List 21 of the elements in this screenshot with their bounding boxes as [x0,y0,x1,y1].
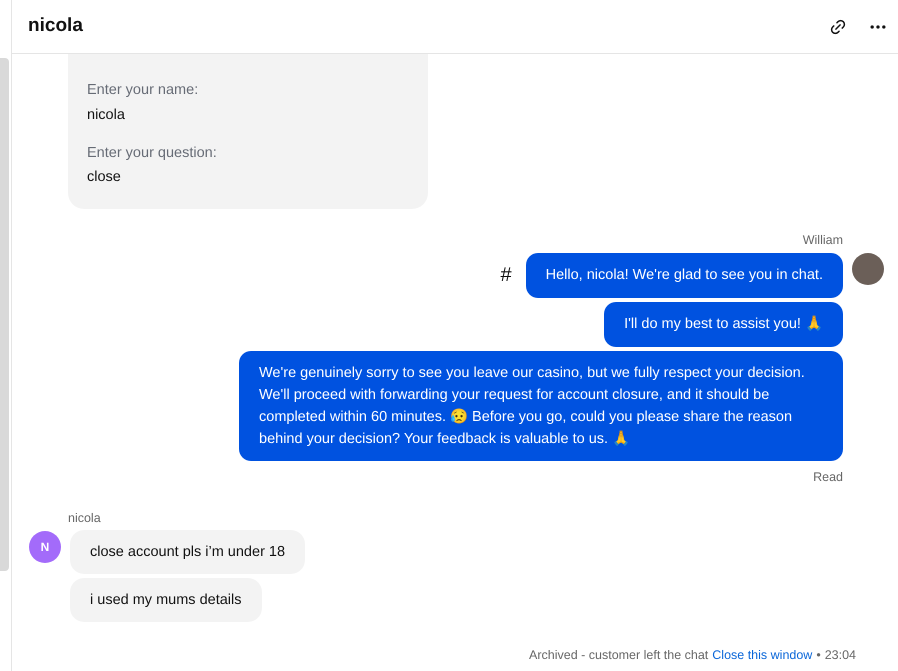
agent-message-bubble: We're genuinely sorry to see you leave our casino, but we fully respect your decision. We'll proceed with forwarding your request for account closure, and it should be completed within 60 minutes. 😥 Before you go, could you please share the reason behind your decision? Your feedback is valuable to us. 🙏 [239,350,843,461]
customer-message-bubble: i used my mums details [70,578,262,622]
agent-message-bubble: Hello, nicola! We're glad to see you in chat. [526,252,843,298]
customer-avatar: N [29,531,61,564]
customer-message-bubble: close account pls i’m under 18 [70,530,306,574]
close-window-link[interactable]: Close this window [712,646,812,665]
archived-status: Archived - customer left the chat [529,647,708,664]
form-field-label: Enter your question: [87,144,218,162]
separator-dot: • [816,647,821,664]
form-field-label: Enter your name: [87,81,200,100]
chat-title: nicola [28,14,84,38]
agent-avatar [852,252,884,285]
agent-message-bubble: I'll do my best to assist you! 🙏 [604,302,843,347]
scrollbar[interactable] [0,58,9,571]
hash-marker: # [500,263,512,288]
customer-name: nicola [68,510,102,526]
form-field-value: nicola [87,106,126,125]
read-status: Read [813,468,843,486]
agent-name: William [802,232,843,249]
form-field-value: close [87,168,122,188]
message-time: 23:04 [824,647,856,664]
